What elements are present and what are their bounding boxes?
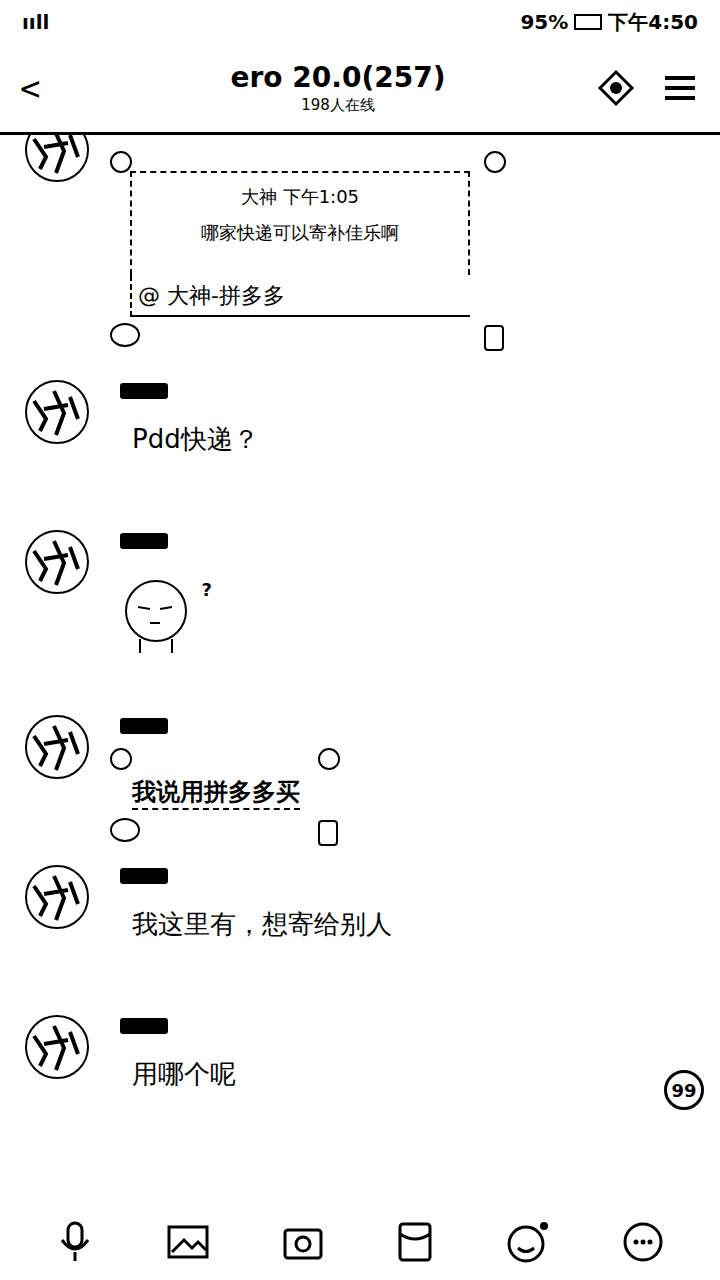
quote-header: 大神 下午1:05 <box>146 185 454 221</box>
battery-icon <box>574 14 602 30</box>
message-text: 我说用拼多多买 <box>132 778 300 810</box>
avatar[interactable] <box>24 379 90 445</box>
chat-header: < ero 20.0(257) 198人在线 <box>0 44 720 135</box>
message-bubble[interactable]: Pdd快递？ <box>120 403 271 473</box>
message-row: 我这里有，想寄给别人 <box>24 864 700 1014</box>
back-button[interactable]: < <box>20 68 80 108</box>
sender-line <box>120 379 271 403</box>
online-count: 198人在线 <box>301 96 375 115</box>
message-text: @ 大神-拼多多 <box>130 275 470 317</box>
sticker-text: ? <box>202 579 212 600</box>
avatar[interactable] <box>24 529 90 595</box>
message-list: 大神 下午1:05哪家快递可以寄补佳乐啊@ 大神-拼多多Pdd快递？?我说用拼多… <box>0 135 720 1204</box>
avatar-icon <box>24 379 90 445</box>
unread-badge[interactable]: 99 <box>664 1070 704 1110</box>
message-row: 用哪个呢 <box>24 1014 700 1164</box>
avatar[interactable] <box>24 714 90 780</box>
microphone-icon[interactable] <box>55 1220 95 1264</box>
avatar-icon <box>24 864 90 930</box>
battery-level: 95% <box>520 10 568 34</box>
message-text: 用哪个呢 <box>132 1059 236 1089</box>
emoji-icon[interactable] <box>506 1220 550 1264</box>
avatar-icon <box>24 529 90 595</box>
more-icon[interactable] <box>621 1220 665 1264</box>
level-tag <box>120 1018 168 1034</box>
image-icon[interactable] <box>166 1222 210 1262</box>
level-tag <box>120 868 168 884</box>
bear-icon <box>110 323 140 347</box>
cup-icon <box>484 325 504 351</box>
flower-icon <box>318 748 340 770</box>
level-tag <box>120 718 168 734</box>
group-title: ero 20.0(257) <box>231 61 446 94</box>
message-row: ? <box>24 529 700 714</box>
clock: 下午4:50 <box>608 9 698 36</box>
sender-line <box>120 1014 248 1038</box>
avatar[interactable] <box>24 864 90 930</box>
level-tag <box>120 383 168 399</box>
avatar-icon <box>24 714 90 780</box>
sender-line <box>120 864 404 888</box>
cup-icon <box>318 820 338 846</box>
menu-icon[interactable] <box>660 68 700 108</box>
flower-icon <box>110 151 132 173</box>
quote-text: 哪家快递可以寄补佳乐啊 <box>146 221 454 245</box>
bear-icon <box>110 818 140 842</box>
message-text: Pdd快递？ <box>132 424 259 454</box>
message-row: 我说用拼多多买 <box>24 714 700 864</box>
quoted-message: 大神 下午1:05哪家快递可以寄补佳乐啊 <box>130 171 470 275</box>
red-packet-icon[interactable] <box>395 1220 435 1264</box>
message-bubble[interactable]: 我说用拼多多买 <box>120 752 334 826</box>
flower-icon <box>110 748 132 770</box>
message-bubble[interactable]: 我这里有，想寄给别人 <box>120 888 404 958</box>
chat-screen: ııll 95% 下午4:50 < ero 20.0(257) 198人在线大神 下午1:… <box>0 0 720 1280</box>
confused-face-icon <box>120 573 200 653</box>
message-bubble[interactable]: 用哪个呢 <box>120 1038 248 1108</box>
group-app-icon[interactable] <box>596 68 636 108</box>
avatar[interactable] <box>24 135 90 183</box>
camera-icon[interactable] <box>281 1222 325 1262</box>
flower-icon <box>484 151 506 173</box>
message-row: 大神 下午1:05哪家快递可以寄补佳乐啊@ 大神-拼多多 <box>24 135 700 379</box>
input-toolbar <box>0 1204 720 1280</box>
signal-indicator: ııll <box>22 10 49 34</box>
status-bar: ııll 95% 下午4:50 <box>0 0 720 44</box>
avatar-icon <box>24 135 90 183</box>
sender-line <box>120 529 216 553</box>
message-text: 我这里有，想寄给别人 <box>132 909 392 939</box>
sender-line <box>120 714 334 738</box>
quote-bubble[interactable]: 大神 下午1:05哪家快递可以寄补佳乐啊@ 大神-拼多多 <box>120 155 500 331</box>
sticker[interactable]: ? <box>120 573 216 669</box>
avatar[interactable] <box>24 1014 90 1080</box>
message-row: Pdd快递？ <box>24 379 700 529</box>
avatar-icon <box>24 1014 90 1080</box>
level-tag <box>120 533 168 549</box>
